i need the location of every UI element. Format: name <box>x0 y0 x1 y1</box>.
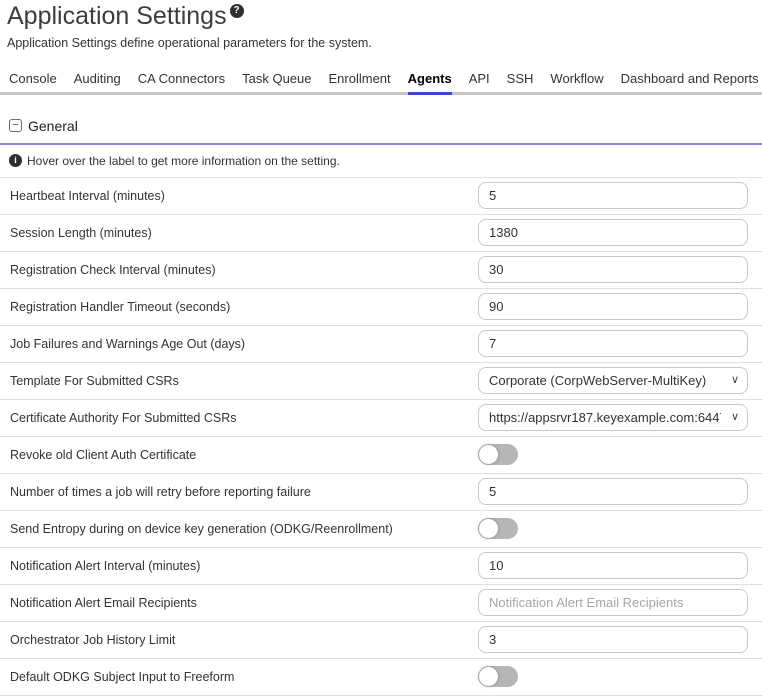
collapse-icon[interactable]: − <box>9 119 22 132</box>
setting-row: Template For Submitted CSRs Corporate (C… <box>0 363 762 400</box>
tab-ssh[interactable]: SSH <box>507 64 534 95</box>
setting-text-input[interactable] <box>478 552 748 579</box>
setting-text-input[interactable] <box>478 256 748 283</box>
setting-label: Number of times a job will retry before … <box>10 485 478 499</box>
setting-select[interactable]: Corporate (CorpWebServer-MultiKey) <box>478 367 748 394</box>
setting-row: Orchestrator Job History Limit <box>0 622 762 659</box>
setting-control-slot <box>478 478 748 505</box>
setting-text-input[interactable] <box>478 478 748 505</box>
setting-label: Template For Submitted CSRs <box>10 374 478 388</box>
setting-row: Notification Alert Interval (minutes) <box>0 548 762 585</box>
setting-label: Heartbeat Interval (minutes) <box>10 189 478 203</box>
setting-text-input[interactable] <box>478 589 748 616</box>
setting-control-slot <box>478 182 748 209</box>
tab-dashboard-and-reports[interactable]: Dashboard and Reports <box>621 64 759 95</box>
toggle-knob <box>479 519 498 538</box>
setting-text-input[interactable] <box>478 219 748 246</box>
tab-agents[interactable]: Agents <box>408 64 452 95</box>
setting-control-slot <box>478 219 748 246</box>
page-header: Application Settings ? Application Setti… <box>0 0 762 50</box>
tab-api[interactable]: API <box>469 64 490 95</box>
section-title: General <box>28 118 78 134</box>
toggle-knob <box>479 445 498 464</box>
setting-control-slot <box>478 626 748 653</box>
tab-console[interactable]: Console <box>9 64 57 95</box>
toggle-knob <box>479 667 498 686</box>
tab-workflow[interactable]: Workflow <box>550 64 603 95</box>
setting-control-slot <box>478 518 748 539</box>
info-banner: i Hover over the label to get more infor… <box>0 145 762 178</box>
setting-label: Default ODKG Subject Input to Freeform <box>10 670 478 684</box>
settings-rows: Heartbeat Interval (minutes) Session Len… <box>0 178 762 696</box>
setting-label: Certificate Authority For Submitted CSRs <box>10 411 478 425</box>
toggle-switch[interactable] <box>478 518 518 539</box>
tab-enrollment[interactable]: Enrollment <box>329 64 391 95</box>
setting-row: Notification Alert Email Recipients <box>0 585 762 622</box>
setting-control-slot: Corporate (CorpWebServer-MultiKey)∨ <box>478 367 748 394</box>
info-icon: i <box>9 154 22 167</box>
setting-text-input[interactable] <box>478 330 748 357</box>
setting-label: Notification Alert Interval (minutes) <box>10 559 478 573</box>
setting-text-input[interactable] <box>478 182 748 209</box>
setting-label: Revoke old Client Auth Certificate <box>10 448 478 462</box>
setting-control-slot <box>478 293 748 320</box>
setting-label: Registration Check Interval (minutes) <box>10 263 478 277</box>
setting-row: Heartbeat Interval (minutes) <box>0 178 762 215</box>
setting-label: Notification Alert Email Recipients <box>10 596 478 610</box>
toggle-switch[interactable] <box>478 666 518 687</box>
setting-control-slot <box>478 552 748 579</box>
setting-control-slot <box>478 256 748 283</box>
setting-control-slot <box>478 589 748 616</box>
setting-row: Send Entropy during on device key genera… <box>0 511 762 548</box>
help-icon[interactable]: ? <box>230 4 244 18</box>
info-text: Hover over the label to get more informa… <box>27 154 340 168</box>
setting-row: Registration Handler Timeout (seconds) <box>0 289 762 326</box>
toggle-switch[interactable] <box>478 444 518 465</box>
setting-row: Revoke old Client Auth Certificate <box>0 437 762 474</box>
setting-row: Session Length (minutes) <box>0 215 762 252</box>
setting-row: Job Failures and Warnings Age Out (days) <box>0 326 762 363</box>
setting-row: Default ODKG Subject Input to Freeform <box>0 659 762 696</box>
setting-label: Registration Handler Timeout (seconds) <box>10 300 478 314</box>
page-subtitle: Application Settings define operational … <box>7 36 754 50</box>
setting-text-input[interactable] <box>478 293 748 320</box>
setting-select-wrap: Corporate (CorpWebServer-MultiKey)∨ <box>478 367 748 394</box>
setting-label: Job Failures and Warnings Age Out (days) <box>10 337 478 351</box>
page-title: Application Settings <box>7 2 227 31</box>
setting-control-slot <box>478 666 748 687</box>
tab-auditing[interactable]: Auditing <box>74 64 121 95</box>
setting-text-input[interactable] <box>478 626 748 653</box>
setting-control-slot <box>478 444 748 465</box>
setting-control-slot: https://appsrvr187.keyexample.com:6447\C… <box>478 404 748 431</box>
setting-select[interactable]: https://appsrvr187.keyexample.com:6447\C… <box>478 404 748 431</box>
setting-label: Send Entropy during on device key genera… <box>10 522 478 536</box>
settings-tab-bar: Console Auditing CA Connectors Task Queue En… <box>0 64 762 95</box>
setting-row: Registration Check Interval (minutes) <box>0 252 762 289</box>
setting-row: Number of times a job will retry before … <box>0 474 762 511</box>
setting-label: Session Length (minutes) <box>10 226 478 240</box>
setting-control-slot <box>478 330 748 357</box>
setting-label: Orchestrator Job History Limit <box>10 633 478 647</box>
tab-task-queue[interactable]: Task Queue <box>242 64 311 95</box>
section-header-general: − General <box>9 118 754 134</box>
tab-ca-connectors[interactable]: CA Connectors <box>138 64 225 95</box>
setting-select-wrap: https://appsrvr187.keyexample.com:6447\C… <box>478 404 748 431</box>
setting-row: Certificate Authority For Submitted CSRs… <box>0 400 762 437</box>
